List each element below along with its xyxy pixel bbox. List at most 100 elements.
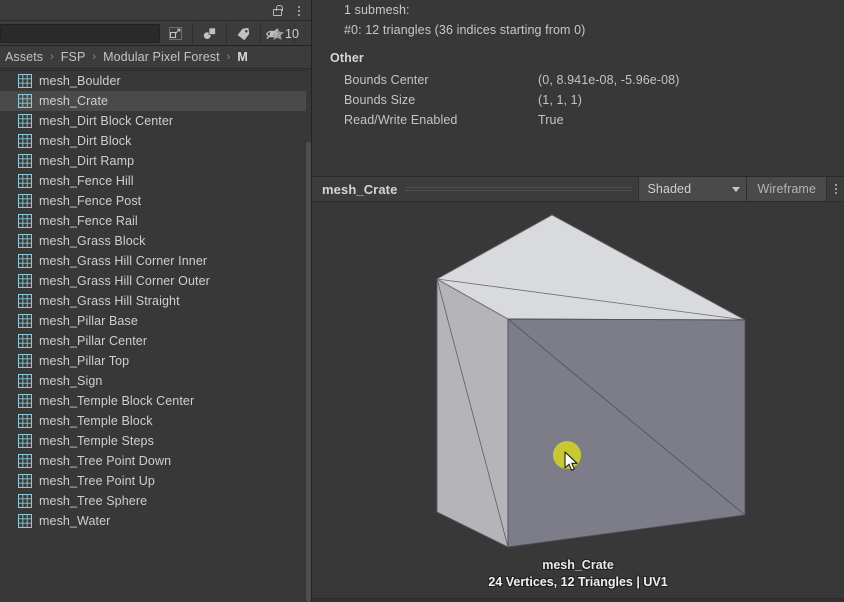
asset-list-item[interactable]: mesh_Tree Sphere	[0, 491, 311, 511]
asset-list-item[interactable]: mesh_Pillar Top	[0, 351, 311, 371]
asset-list-item[interactable]: mesh_Water	[0, 511, 311, 531]
asset-list-item[interactable]: mesh_Grass Hill Corner Inner	[0, 251, 311, 271]
mesh-icon	[18, 254, 32, 268]
asset-item-label: mesh_Fence Hill	[39, 174, 134, 188]
mesh-icon	[18, 514, 32, 528]
mesh-icon	[18, 394, 32, 408]
asset-item-label: mesh_Pillar Top	[39, 354, 130, 368]
cube-mesh-render	[436, 214, 746, 548]
filter-by-type-button[interactable]	[195, 23, 223, 44]
mesh-icon	[18, 114, 32, 128]
asset-item-label: mesh_Temple Steps	[39, 434, 154, 448]
asset-list-scrollbar-thumb[interactable]	[306, 142, 311, 602]
preview-caption-name: mesh_Crate	[542, 558, 614, 572]
property-value: True	[538, 113, 564, 127]
mesh-icon	[18, 154, 32, 168]
mesh-preview-viewport[interactable]: mesh_Crate 24 Vertices, 12 Triangles | U…	[312, 202, 844, 598]
property-value: (0, 8.941e-08, -5.96e-08)	[538, 73, 680, 87]
asset-item-label: mesh_Crate	[39, 94, 109, 108]
asset-list-item[interactable]: mesh_Pillar Base	[0, 311, 311, 331]
mesh-icon	[18, 474, 32, 488]
asset-list-item[interactable]: mesh_Temple Block	[0, 411, 311, 431]
preview-caption: mesh_Crate 24 Vertices, 12 Triangles | U…	[312, 557, 844, 591]
mesh-icon	[18, 234, 32, 248]
panel-menu-button[interactable]	[289, 1, 309, 20]
asset-list-item[interactable]: mesh_Temple Steps	[0, 431, 311, 451]
unlock-icon	[272, 5, 283, 16]
asset-item-label: mesh_Grass Hill Straight	[39, 294, 180, 308]
asset-list-scrollbar-track[interactable]	[306, 70, 311, 602]
asset-item-label: mesh_Grass Block	[39, 234, 146, 248]
filter-by-type-icon	[203, 27, 216, 39]
asset-list-item[interactable]: mesh_Fence Rail	[0, 211, 311, 231]
breadcrumb-separator: ›	[226, 51, 231, 63]
lock-button[interactable]	[267, 1, 287, 20]
preview-title: mesh_Crate	[322, 181, 398, 197]
asset-list: mesh_Boulder mesh_Crate mesh_Dirt Block Ce…	[0, 70, 311, 602]
property-label: Bounds Center	[344, 73, 429, 87]
breadcrumb-item[interactable]: Modular Pixel Forest	[103, 50, 220, 64]
asset-item-label: mesh_Fence Rail	[39, 214, 138, 228]
asset-list-item[interactable]: mesh_Crate	[0, 91, 311, 111]
asset-list-item[interactable]: mesh_Grass Hill Straight	[0, 291, 311, 311]
mesh-icon	[18, 494, 32, 508]
property-label: Bounds Size	[344, 93, 416, 107]
asset-list-item[interactable]: mesh_Pillar Center	[0, 331, 311, 351]
asset-item-label: mesh_Grass Hill Corner Inner	[39, 254, 208, 268]
submesh-detail: #0: 12 triangles (36 indices starting fr…	[344, 23, 586, 37]
preview-menu-button[interactable]	[827, 177, 844, 201]
asset-list-item[interactable]: mesh_Tree Point Up	[0, 471, 311, 491]
mesh-icon	[18, 94, 32, 108]
breadcrumb-separator: ›	[50, 51, 54, 63]
asset-list-item[interactable]: mesh_Boulder	[0, 71, 311, 91]
mesh-icon	[18, 454, 32, 468]
hidden-eye-icon	[265, 28, 278, 39]
kebab-menu-icon	[298, 5, 300, 16]
asset-list-item[interactable]: mesh_Dirt Ramp	[0, 151, 311, 171]
property-row: Bounds Center (0, 8.941e-08, -5.96e-08)	[344, 70, 844, 90]
wireframe-toggle-button[interactable]: Wireframe	[746, 177, 827, 201]
mesh-icon	[18, 214, 32, 228]
asset-list-item[interactable]: mesh_Fence Hill	[0, 171, 311, 191]
mesh-icon	[18, 194, 32, 208]
asset-list-item[interactable]: mesh_Fence Post	[0, 191, 311, 211]
asset-list-item[interactable]: mesh_Dirt Block	[0, 131, 311, 151]
submesh-header: 1 submesh:	[344, 3, 410, 17]
asset-item-label: mesh_Dirt Ramp	[39, 154, 135, 168]
asset-list-item[interactable]: mesh_Sign	[0, 371, 311, 391]
kebab-menu-icon	[834, 184, 837, 194]
asset-item-label: mesh_Sign	[39, 374, 103, 388]
other-section-title: Other	[330, 51, 364, 65]
breadcrumb-item[interactable]: FSP	[61, 50, 86, 64]
asset-list-item[interactable]: mesh_Dirt Block Center	[0, 111, 311, 131]
asset-list-item[interactable]: mesh_Temple Block Center	[0, 391, 311, 411]
breadcrumb-item[interactable]: Assets	[5, 50, 43, 64]
hidden-packages-button[interactable]: 10	[265, 23, 312, 44]
asset-item-label: mesh_Temple Block	[39, 414, 153, 428]
property-row: Bounds Size (1, 1, 1)	[344, 90, 844, 110]
mesh-icon	[18, 174, 32, 188]
asset-item-label: mesh_Pillar Base	[39, 314, 138, 328]
mesh-icon	[18, 434, 32, 448]
project-panel-titlebar	[0, 0, 311, 21]
project-toolbar: 10	[0, 21, 311, 46]
asset-list-item[interactable]: mesh_Tree Point Down	[0, 451, 311, 471]
breadcrumb-item[interactable]: M	[237, 50, 248, 64]
search-expand-button[interactable]	[163, 23, 187, 44]
mesh-icon	[18, 134, 32, 148]
filter-by-label-button[interactable]	[229, 23, 257, 44]
search-expand-icon	[168, 27, 182, 40]
asset-item-label: mesh_Boulder	[39, 74, 121, 88]
mesh-icon	[18, 314, 32, 328]
preview-bottom-strip	[312, 598, 844, 602]
asset-list-item[interactable]: mesh_Grass Block	[0, 231, 311, 251]
inspector-panel: 1 submesh: #0: 12 triangles (36 indices …	[312, 0, 844, 602]
inspector-mesh-info: 1 submesh: #0: 12 triangles (36 indices …	[312, 0, 844, 170]
shading-mode-label: Shaded	[647, 182, 692, 196]
property-row: Read/Write Enabled True	[344, 110, 844, 130]
search-input[interactable]	[0, 24, 160, 43]
asset-item-label: mesh_Fence Post	[39, 194, 142, 208]
shading-mode-dropdown[interactable]: Shaded	[638, 177, 747, 201]
asset-list-item[interactable]: mesh_Grass Hill Corner Outer	[0, 271, 311, 291]
mesh-icon	[18, 354, 32, 368]
